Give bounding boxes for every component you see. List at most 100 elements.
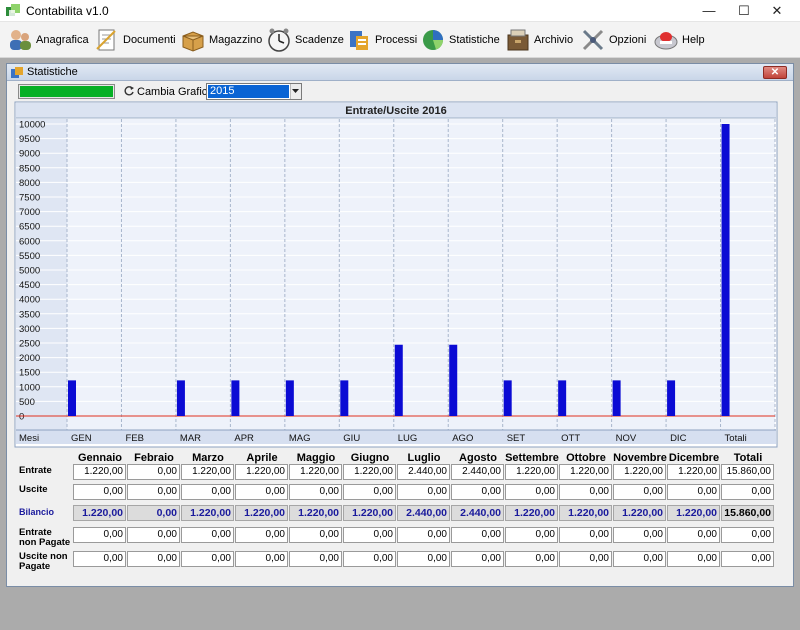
archive-icon	[507, 29, 529, 51]
toolbar-documenti[interactable]: Documenti	[94, 25, 176, 55]
people-icon	[10, 30, 31, 50]
table-cell: 0,00	[451, 527, 504, 543]
progress-fill	[20, 86, 113, 97]
y-tick-label: 1000	[19, 382, 40, 393]
toolbar-label: Processi	[375, 34, 418, 46]
bar-lug	[394, 344, 403, 416]
table-cell: 0,00	[235, 551, 288, 567]
toolbar-statistiche[interactable]: Statistiche	[420, 25, 500, 55]
bar-giu	[340, 380, 349, 416]
table-cell: 15.860,00	[721, 505, 774, 521]
y-tick-label: 5500	[19, 251, 40, 262]
toolbar-anagrafica[interactable]: Anagrafica	[7, 25, 89, 55]
table-cell: 1.220,00	[343, 464, 396, 480]
chevron-down-icon[interactable]	[290, 84, 301, 99]
x-tick-label: GEN	[71, 433, 92, 444]
table-cell: 1.220,00	[73, 464, 126, 480]
y-tick-label: 0	[19, 412, 24, 423]
table-cell: 1.220,00	[289, 464, 342, 480]
toolbar-label: Statistiche	[449, 34, 500, 46]
table-cell: 0,00	[613, 551, 666, 567]
toolbar-scadenze[interactable]: Scadenze	[266, 25, 344, 55]
table-cell: 2.440,00	[451, 505, 504, 521]
statistiche-title: Statistiche	[27, 66, 78, 78]
table-cell: 1.220,00	[613, 464, 666, 480]
bar-chart: Entrate/Uscite 2016 0 500 1000 1500 2000 2500 3…	[14, 101, 778, 448]
box-icon	[182, 31, 204, 52]
statistiche-close-button[interactable]: ✕	[763, 66, 787, 79]
y-tick-label: 8000	[19, 178, 40, 189]
table-cell: 0,00	[289, 484, 342, 500]
table-cell: 0,00	[127, 527, 180, 543]
bar-mar	[176, 380, 185, 416]
y-tick-label: 5000	[19, 266, 40, 277]
x-tick-label: AGO	[452, 433, 473, 444]
bar-ott	[558, 380, 567, 416]
table-cell: 0,00	[505, 484, 558, 500]
table-cell: 1.220,00	[73, 505, 126, 521]
bar-totali	[721, 124, 730, 416]
table-cell: 1.220,00	[181, 505, 234, 521]
y-tick-label: 9500	[19, 134, 40, 145]
x-tick-label: GIU	[343, 433, 360, 444]
table-column-header: Agosto	[459, 452, 497, 464]
table-cell: 0,00	[397, 527, 450, 543]
table-cell: 0,00	[127, 484, 180, 500]
table-cell: 0,00	[73, 551, 126, 567]
table-column-header: Gennaio	[77, 452, 122, 464]
close-button[interactable]: ✕	[754, 0, 800, 22]
table-cell: 0,00	[289, 551, 342, 567]
toolbar-label: Opzioni	[609, 34, 647, 46]
table-cell: 2.440,00	[397, 464, 450, 480]
toolbar-magazzino[interactable]: Magazzino	[180, 25, 262, 55]
table-cell: 0,00	[721, 484, 774, 500]
x-tick-label: FEB	[125, 433, 143, 444]
table-cell: 0,00	[613, 484, 666, 500]
table-cell: 0,00	[613, 527, 666, 543]
toolbar-archivio[interactable]: Archivio	[505, 25, 573, 55]
table-cell: 1.220,00	[667, 505, 720, 521]
x-tick-label: MAR	[180, 433, 201, 444]
table-cell: 0,00	[235, 484, 288, 500]
table-cell: 0,00	[559, 484, 612, 500]
table-cell: 2.440,00	[397, 505, 450, 521]
table-column-header: Marzo	[192, 452, 224, 464]
toolbar-processi[interactable]: Processi	[346, 25, 417, 55]
bar-apr	[231, 380, 240, 416]
refresh-icon[interactable]	[123, 85, 135, 97]
toolbar-label: Archivio	[534, 34, 574, 46]
x-tick-label: Totali	[725, 433, 747, 444]
table-cell: 0,00	[73, 527, 126, 543]
x-tick-label: NOV	[616, 433, 637, 444]
table-row-label: Bilancio	[19, 507, 55, 517]
x-tick-label: LUG	[398, 433, 418, 444]
table-cell: 1.220,00	[289, 505, 342, 521]
y-tick-label: 9000	[19, 149, 40, 160]
y-tick-label: 6000	[19, 236, 40, 247]
table-cell: 0,00	[181, 527, 234, 543]
table-cell: 0,00	[667, 484, 720, 500]
bar-nov	[612, 380, 621, 416]
toolbar-label: Magazzino	[209, 34, 263, 46]
table-cell: 0,00	[181, 484, 234, 500]
table-row-label: Uscite	[19, 484, 48, 495]
table-cell: 0,00	[343, 484, 396, 500]
table-cell: 0,00	[559, 551, 612, 567]
table-cell: 0,00	[343, 551, 396, 567]
year-select[interactable]: 2015	[206, 83, 302, 100]
bar-mag	[285, 380, 294, 416]
table-cell: 0,00	[181, 551, 234, 567]
table-cell: 1.220,00	[559, 505, 612, 521]
table-cell: 0,00	[667, 551, 720, 567]
toolbar-label: Documenti	[123, 34, 176, 46]
table-cell: 0,00	[73, 484, 126, 500]
y-tick-label: 8500	[19, 163, 40, 174]
toolbar-opzioni[interactable]: Opzioni	[580, 25, 646, 55]
cambia-grafica-button[interactable]: Cambia Grafica	[137, 86, 213, 98]
toolbar-help[interactable]: Help	[653, 25, 705, 55]
table-cell: 0,00	[451, 551, 504, 567]
table-cell: 0,00	[235, 527, 288, 543]
y-tick-label: 10000	[19, 120, 45, 131]
x-axis-label: Mesi	[19, 433, 39, 444]
table-column-header: Febraio	[134, 452, 174, 464]
